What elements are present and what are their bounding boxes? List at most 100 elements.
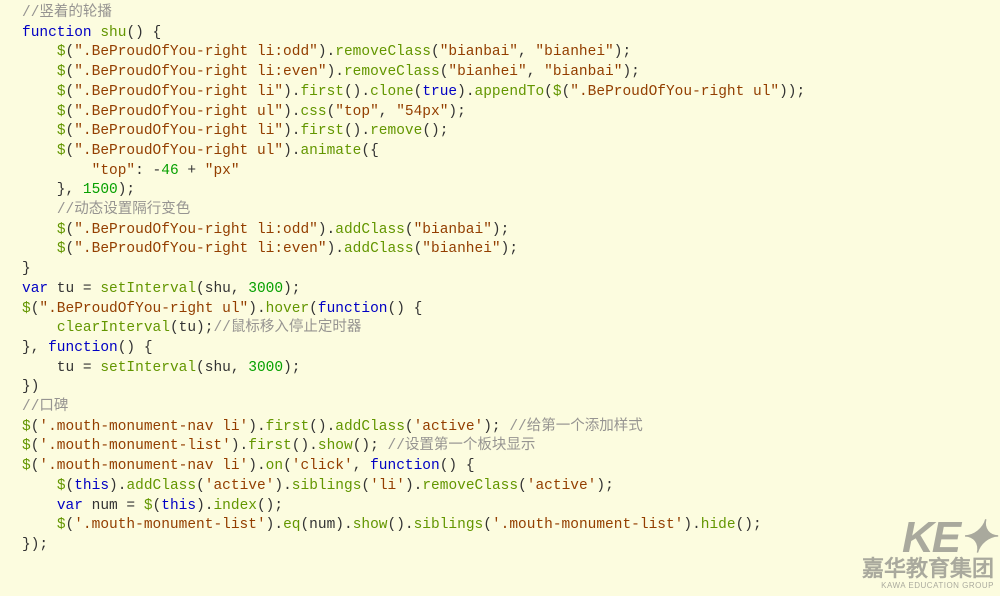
token-op: );: [596, 478, 613, 494]
token-op: });: [22, 537, 48, 553]
token-op: [22, 202, 57, 218]
token-fn: $: [22, 419, 31, 435]
code-block: //竖着的轮播function shu() { $(".BeProudOfYou…: [22, 4, 1000, 556]
token-op: (: [153, 498, 162, 514]
token-op: ({: [361, 143, 378, 159]
code-line: }: [22, 260, 1000, 280]
token-str: ".BeProudOfYou-right li:odd": [74, 44, 318, 60]
token-fn: setInterval: [100, 360, 196, 376]
token-op: ).: [283, 123, 300, 139]
token-fn: removeClass: [335, 44, 431, 60]
token-op: ).: [248, 419, 265, 435]
token-op: ,: [527, 64, 544, 80]
code-line: clearInterval(tu);//鼠标移入停止定时器: [22, 319, 1000, 339]
token-kw: this: [74, 478, 109, 494]
token-op: (: [405, 222, 414, 238]
token-op: );: [483, 419, 509, 435]
token-op: (: [309, 301, 318, 317]
token-op: (: [361, 478, 370, 494]
token-op: (: [196, 478, 205, 494]
token-fn: $: [57, 241, 66, 257]
token-fn: $: [22, 458, 31, 474]
code-line: $(".BeProudOfYou-right ul").animate({: [22, 142, 1000, 162]
token-fn: hide: [701, 517, 736, 533]
token-op: () {: [388, 301, 423, 317]
code-line: var tu = setInterval(shu, 3000);: [22, 280, 1000, 300]
token-fn: index: [213, 498, 257, 514]
token-str: "top": [335, 104, 379, 120]
token-op: (shu,: [196, 281, 248, 297]
code-line: $('.mouth-monument-nav li').on('click', …: [22, 457, 1000, 477]
token-fn: $: [57, 64, 66, 80]
token-str: '.mouth-monument-list': [492, 517, 683, 533]
token-kw: function: [318, 301, 388, 317]
code-line: }, function() {: [22, 339, 1000, 359]
token-op: },: [22, 182, 83, 198]
token-fn: show: [353, 517, 388, 533]
token-fn: $: [553, 84, 562, 100]
token-op: ().: [388, 517, 414, 533]
token-fn: css: [300, 104, 326, 120]
token-op: [22, 222, 57, 238]
token-op: ).: [196, 498, 213, 514]
token-op: ).: [318, 222, 335, 238]
token-op: (: [66, 44, 75, 60]
token-op: (: [562, 84, 571, 100]
token-fn: removeClass: [344, 64, 440, 80]
token-num: 3000: [248, 360, 283, 376]
token-op: ();: [257, 498, 283, 514]
code-line: $(".BeProudOfYou-right li:odd").removeCl…: [22, 43, 1000, 63]
token-op: ).: [327, 241, 344, 257]
token-str: ".BeProudOfYou-right li": [74, 84, 283, 100]
token-num: 1500: [83, 182, 118, 198]
token-fn: $: [57, 104, 66, 120]
token-str: "bianbai": [544, 64, 622, 80]
token-op: ).: [274, 478, 291, 494]
token-op: tu =: [48, 281, 100, 297]
token-op: (: [66, 123, 75, 139]
token-fn: $: [57, 84, 66, 100]
token-kw: function: [370, 458, 440, 474]
token-op: ).: [109, 478, 126, 494]
watermark-en: KAWA EDUCATION GROUP: [862, 582, 994, 590]
token-op: (shu,: [196, 360, 248, 376]
token-op: );: [448, 104, 465, 120]
code-line: });: [22, 536, 1000, 556]
token-kw: var: [57, 498, 83, 514]
token-fn: $: [57, 517, 66, 533]
token-str: '.mouth-monument-nav li': [39, 458, 248, 474]
token-op: [22, 517, 57, 533]
token-op: ).: [248, 301, 265, 317]
token-op: (: [405, 419, 414, 435]
token-fn: $: [57, 44, 66, 60]
token-op: ).: [231, 438, 248, 454]
token-fn: $: [57, 222, 66, 238]
token-str: "bianbai": [440, 44, 518, 60]
token-op: (: [66, 64, 75, 80]
token-op: );: [492, 222, 509, 238]
token-op: (: [327, 104, 336, 120]
token-op: (: [66, 104, 75, 120]
code-line: //口碑: [22, 398, 1000, 418]
token-op: (num).: [300, 517, 352, 533]
token-op: ();: [353, 438, 388, 454]
token-op: [22, 84, 57, 100]
token-op: (: [66, 478, 75, 494]
token-op: [22, 320, 57, 336]
token-str: '.mouth-monument-list': [74, 517, 265, 533]
token-fn: first: [300, 123, 344, 139]
code-line: var num = $(this).index();: [22, 497, 1000, 517]
token-str: 'active': [527, 478, 597, 494]
token-str: '.mouth-monument-nav li': [39, 419, 248, 435]
token-op: +: [179, 163, 205, 179]
token-op: (: [66, 517, 75, 533]
token-op: }): [22, 379, 39, 395]
code-line: $('.mouth-monument-list').first().show()…: [22, 437, 1000, 457]
token-op: () {: [118, 340, 153, 356]
token-fn: first: [248, 438, 292, 454]
token-op: (: [66, 222, 75, 238]
token-kw: function: [48, 340, 118, 356]
watermark-cn: 嘉华教育集团: [862, 558, 994, 580]
token-op: ).: [327, 64, 344, 80]
token-op: (: [431, 44, 440, 60]
